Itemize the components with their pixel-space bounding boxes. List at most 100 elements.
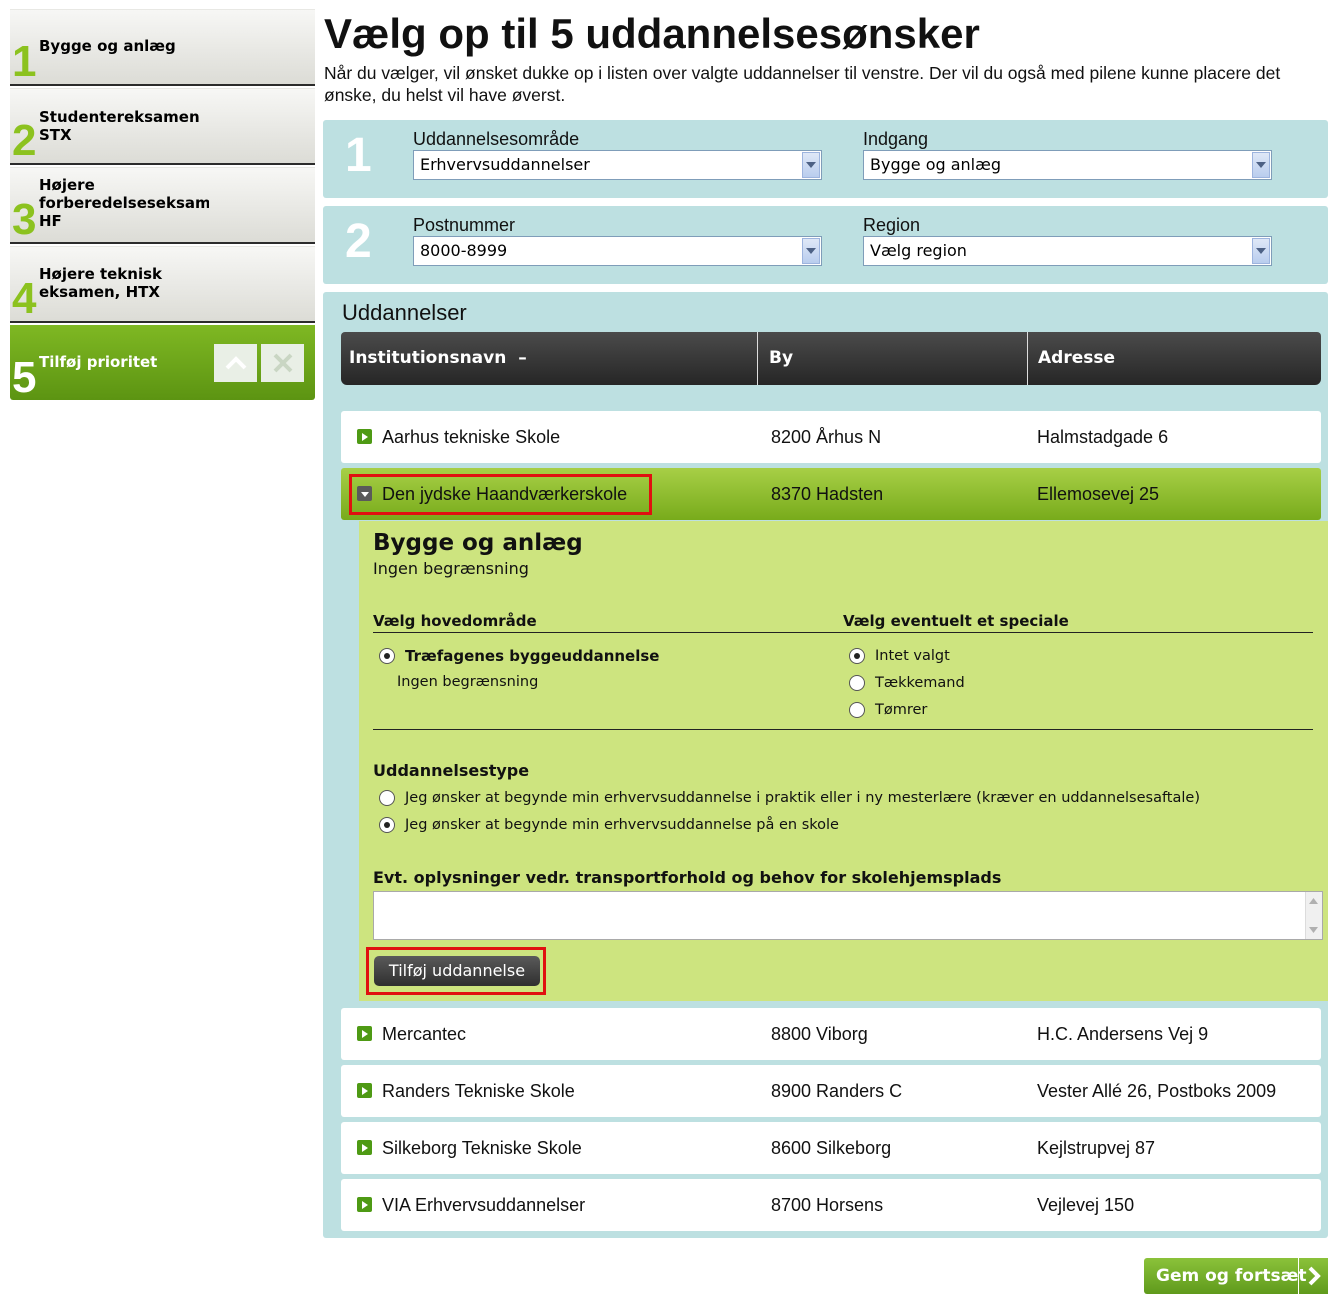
institution-city: 8370 Hadsten — [771, 484, 884, 504]
type-option-label: Jeg ønsker at begynde min erhvervsuddann… — [405, 817, 839, 833]
entry-select[interactable]: Bygge og anlæg — [863, 150, 1272, 180]
step-number: 1 — [345, 129, 372, 182]
divider — [1027, 332, 1028, 385]
scroll-arrows-icon — [1309, 898, 1318, 933]
step-number: 2 — [345, 215, 372, 268]
priority-item-1[interactable]: 1 Bygge og anlæg — [10, 9, 315, 84]
divider — [373, 729, 1313, 730]
institution-name: VIA Erhvervsuddannelser — [382, 1195, 586, 1215]
institution-city: 8900 Randers C — [771, 1081, 903, 1101]
region-select[interactable]: Vælg region — [863, 236, 1272, 266]
type-radio-practice[interactable]: Jeg ønsker at begynde min erhvervsuddann… — [379, 789, 1200, 807]
postal-select[interactable]: 8000-8999 — [413, 236, 822, 266]
chevron-down-icon[interactable] — [1252, 152, 1270, 178]
remove-button[interactable] — [261, 344, 304, 382]
institution-name: Mercantec — [382, 1024, 467, 1044]
main-area-heading: Vælg hovedområde — [373, 612, 537, 630]
institution-city: 8600 Silkeborg — [771, 1138, 892, 1158]
radio-unchecked-icon[interactable] — [849, 675, 865, 691]
detail-subtitle: Ingen begrænsning — [373, 559, 529, 578]
column-header-institution[interactable]: Institutionsnavn – — [341, 332, 757, 385]
scrollbar[interactable] — [1305, 892, 1322, 939]
notes-heading: Evt. oplysninger vedr. transportforhold … — [373, 868, 1002, 887]
priority-sidebar: 1 Bygge og anlæg 2 Studentereksamen STX … — [10, 9, 315, 404]
special-radio-tomrer[interactable]: Tømrer — [849, 701, 927, 719]
institution-city: 8200 Århus N — [771, 427, 882, 447]
table-row[interactable]: VIA Erhvervsuddannelser 8700 Horsens Vej… — [341, 1179, 1321, 1231]
type-option-label: Jeg ønsker at begynde min erhvervsuddann… — [405, 790, 1200, 806]
priority-label: eksamen, HTX — [39, 283, 160, 301]
special-heading: Vælg eventuelt et speciale — [843, 612, 1069, 630]
special-option-label: Tækkemand — [875, 675, 965, 691]
postal-label: Postnummer — [413, 215, 516, 235]
highlight-box — [349, 474, 652, 515]
expand-arrow-icon[interactable] — [357, 1140, 372, 1155]
radio-unchecked-icon[interactable] — [379, 790, 395, 806]
institution-city: 8800 Viborg — [771, 1024, 868, 1044]
notes-textarea[interactable] — [373, 891, 1323, 940]
table-header: Institutionsnavn – By Adresse — [341, 332, 1321, 385]
move-up-button[interactable] — [214, 344, 257, 382]
special-radio-taekkemand[interactable]: Tækkemand — [849, 674, 965, 692]
main-area-option-label: Træfagenes byggeuddannelse — [405, 647, 660, 665]
type-radio-school[interactable]: Jeg ønsker at begynde min erhvervsuddann… — [379, 816, 839, 834]
priority-item-4[interactable]: 4 Højere teknisk eksamen, HTX — [10, 246, 315, 321]
priority-label: Bygge og anlæg — [39, 37, 176, 55]
chevron-up-icon — [225, 356, 246, 370]
institution-name: Silkeborg Tekniske Skole — [382, 1138, 582, 1158]
highlight-box — [366, 947, 546, 995]
priority-number: 3 — [12, 195, 37, 244]
institution-address: Kejlstrupvej 87 — [1037, 1138, 1156, 1158]
table-row[interactable]: Silkeborg Tekniske Skole 8600 Silkeborg … — [341, 1122, 1321, 1174]
region-select-value: Vælg region — [870, 241, 967, 260]
priority-item-2[interactable]: 2 Studentereksamen STX — [10, 88, 315, 163]
expand-arrow-icon[interactable] — [357, 1083, 372, 1098]
divider — [373, 632, 1313, 633]
institution-address: Vejlevej 150 — [1037, 1195, 1135, 1215]
sort-icon: – — [518, 348, 527, 368]
column-header-address[interactable]: Adresse — [1030, 332, 1320, 385]
expand-arrow-icon[interactable] — [357, 1026, 372, 1041]
table-row[interactable]: Mercantec 8800 Viborg H.C. Andersens Vej… — [341, 1008, 1321, 1060]
chevron-down-icon[interactable] — [802, 152, 820, 178]
column-header-city[interactable]: By — [761, 332, 1027, 385]
chevron-down-icon[interactable] — [1252, 238, 1270, 264]
divider — [757, 332, 758, 385]
expand-arrow-icon[interactable] — [357, 429, 372, 444]
table-row[interactable]: Randers Tekniske Skole 8900 Randers C Ve… — [341, 1065, 1321, 1117]
results-panel: Uddannelser Institutionsnavn – By Adress… — [323, 292, 1328, 1238]
postal-select-value: 8000-8999 — [420, 241, 508, 260]
priority-number: 1 — [12, 37, 37, 86]
institution-address: Ellemosevej 25 — [1037, 484, 1160, 504]
page-intro: Når du vælger, vil ønsket dukke op i lis… — [324, 63, 1281, 105]
detail-title: Bygge og anlæg — [373, 530, 583, 556]
special-radio-intet[interactable]: Intet valgt — [849, 647, 950, 665]
institution-address: Vester Allé 26, Postboks 2009 — [1037, 1081, 1277, 1101]
radio-unchecked-icon[interactable] — [849, 702, 865, 718]
chevron-down-icon[interactable] — [802, 238, 820, 264]
chevron-right-icon — [1298, 1258, 1328, 1294]
institution-city: 8700 Horsens — [771, 1195, 884, 1215]
priority-label: STX — [39, 126, 72, 144]
page-title: Vælg op til 5 uddannelsesønsker — [324, 10, 980, 57]
radio-checked-icon[interactable] — [379, 817, 395, 833]
priority-item-3[interactable]: 3 Højere forberedelseseksamen HF — [10, 167, 315, 242]
entry-label: Indgang — [863, 129, 929, 149]
main-area-radio[interactable]: Træfagenes byggeuddannelse — [379, 647, 659, 665]
radio-checked-icon[interactable] — [849, 648, 865, 664]
filter-step-1: 1 Uddannelsesområde Erhvervsuddannelser … — [323, 120, 1328, 198]
area-select[interactable]: Erhvervsuddannelser — [413, 150, 822, 180]
radio-checked-icon[interactable] — [379, 648, 395, 664]
close-icon — [273, 353, 292, 373]
institution-address: Halmstadgade 6 — [1037, 427, 1169, 447]
special-option-label: Tømrer — [875, 702, 928, 718]
save-continue-button[interactable]: Gem og fortsæt — [1144, 1258, 1328, 1294]
priority-item-5[interactable]: 5 Tilføj prioritet — [10, 325, 315, 400]
table-row[interactable]: Aarhus tekniske Skole 8200 Århus N Halms… — [341, 411, 1321, 463]
entry-select-value: Bygge og anlæg — [870, 155, 1001, 174]
priority-label: HF — [39, 212, 62, 230]
expand-arrow-icon[interactable] — [357, 1197, 372, 1212]
priority-label: Højere teknisk — [39, 265, 163, 283]
type-heading: Uddannelsestype — [373, 761, 530, 780]
save-continue-label: Gem og fortsæt — [1156, 1266, 1307, 1286]
